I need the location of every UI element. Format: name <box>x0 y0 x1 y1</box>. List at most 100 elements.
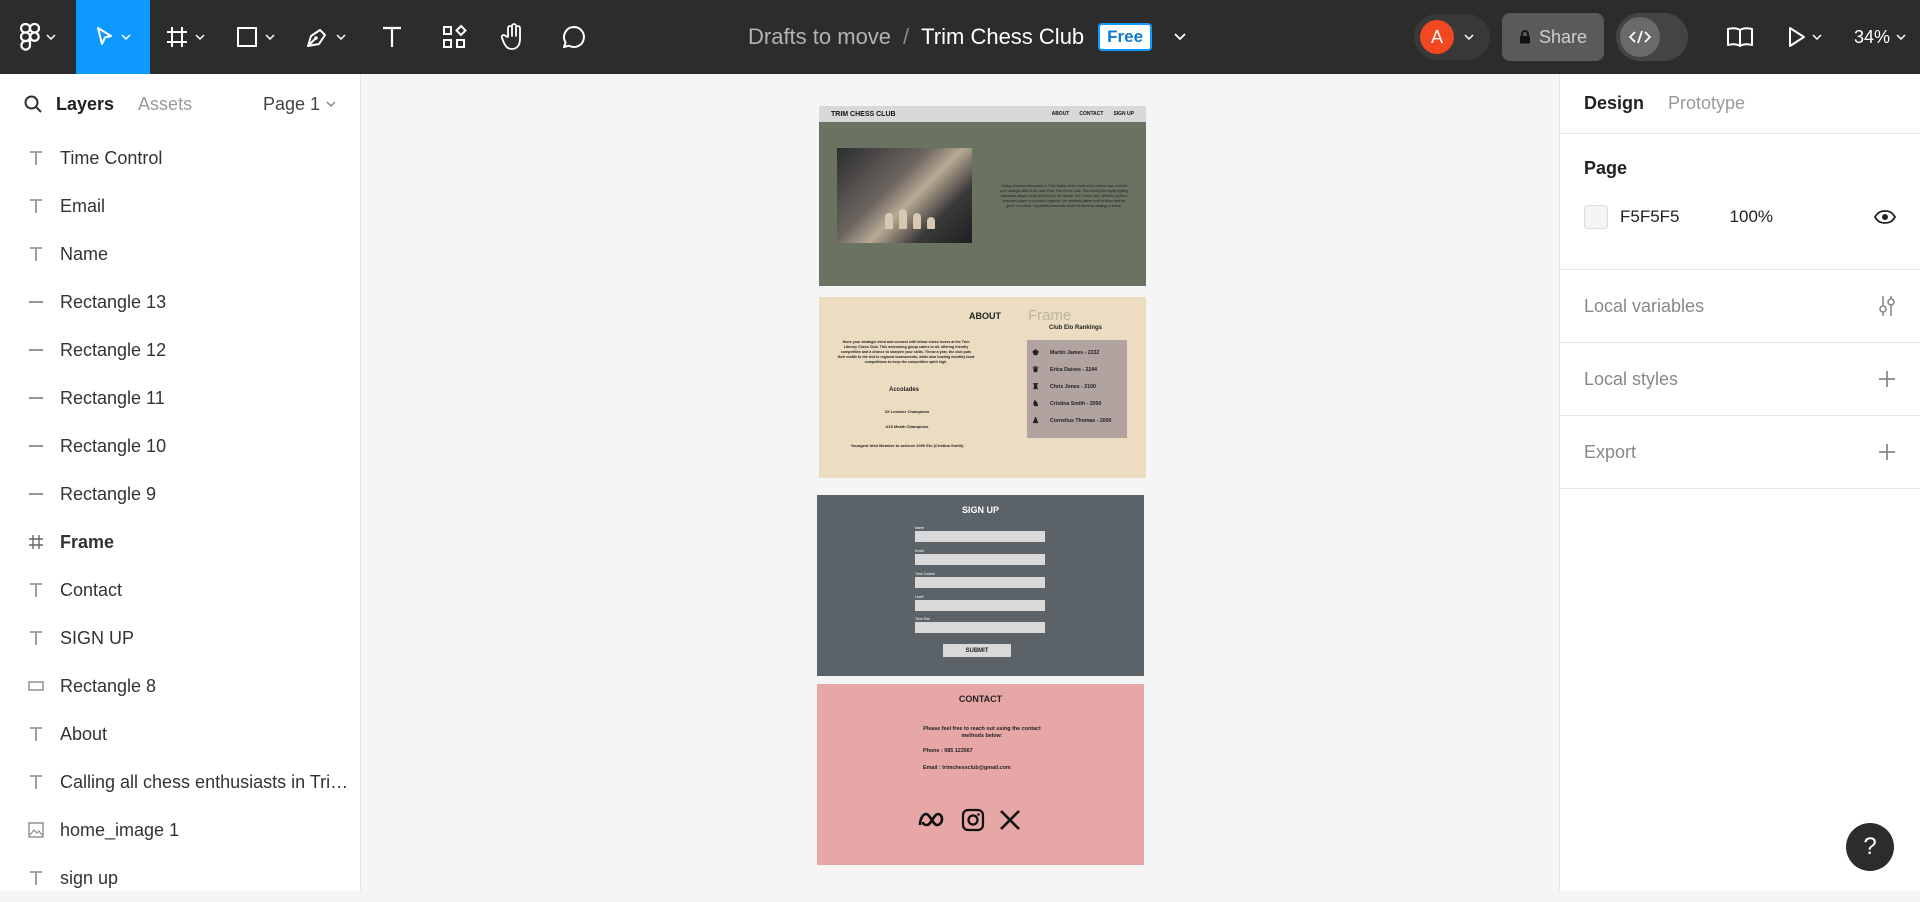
eye-icon[interactable] <box>1874 210 1896 224</box>
sliders-icon[interactable] <box>1878 295 1896 317</box>
play-icon <box>1788 27 1805 47</box>
rectangle-layer-icon <box>28 681 44 691</box>
meta-icon <box>918 812 944 827</box>
shape-tool-button[interactable] <box>220 0 290 74</box>
layer-item[interactable]: Contact <box>0 566 360 614</box>
chevron-down-icon <box>195 34 205 40</box>
layer-item[interactable]: Time Control <box>0 134 360 182</box>
line-layer-icon <box>29 349 43 351</box>
plus-icon[interactable] <box>1878 443 1896 461</box>
about-frame[interactable]: ABOUT Hone your strategic mind and conne… <box>819 297 1146 478</box>
rankings-box: ♚ Martin James - 2332 ♛ Erica Daives - 224… <box>1027 340 1127 438</box>
layer-item[interactable]: Calling all chess enthusiasts in Trim... <box>0 758 360 806</box>
hand-tool-button[interactable] <box>484 0 544 74</box>
layers-panel-header: Layers Assets Page 1 <box>0 74 360 134</box>
comment-tool-button[interactable] <box>544 0 604 74</box>
ranking-row: ♜ Chris Jones - 2100 <box>1032 378 1122 395</box>
about-body: Hone your strategic mind and connect wit… <box>837 340 975 364</box>
user-menu[interactable]: A <box>1413 14 1490 60</box>
layer-item[interactable]: SIGN UP <box>0 614 360 662</box>
local-styles-section[interactable]: Local styles <box>1560 343 1920 416</box>
search-icon[interactable] <box>24 95 42 113</box>
tab-assets[interactable]: Assets <box>138 94 192 115</box>
page-opacity-value[interactable]: 100% <box>1730 207 1773 227</box>
contact-phone: Phone : 085 123567 <box>923 748 973 754</box>
home-blurb: Calling all chess enthusiasts in Trim! G… <box>999 184 1129 208</box>
home-frame[interactable]: TRIM CHESS CLUB ABOUT CONTACT SIGN UP Ca… <box>819 106 1146 286</box>
ranking-row: ♟ Cornelius Thomas - 2000 <box>1032 412 1122 429</box>
dev-mode-toggle[interactable] <box>1615 13 1688 61</box>
plan-badge[interactable]: Free <box>1098 23 1153 51</box>
layer-type-icon <box>26 246 46 262</box>
text-tool-button[interactable] <box>360 0 424 74</box>
signup-field: Level <box>915 595 1045 611</box>
layer-item[interactable]: home_image 1 <box>0 806 360 854</box>
layer-type-icon <box>26 870 46 886</box>
export-section[interactable]: Export <box>1560 416 1920 489</box>
layer-type-icon <box>26 294 46 310</box>
layer-name: SIGN UP <box>60 627 135 648</box>
components-icon <box>443 24 467 48</box>
layer-type-icon <box>26 582 46 598</box>
layer-item[interactable]: Rectangle 8 <box>0 662 360 710</box>
breadcrumb-folder[interactable]: Drafts to move <box>748 24 891 50</box>
components-tool-button[interactable] <box>424 0 484 74</box>
chevron-down-icon <box>1464 34 1474 40</box>
library-button[interactable] <box>1718 0 1762 74</box>
image-layer-icon <box>28 822 44 838</box>
layer-item[interactable]: Email <box>0 182 360 230</box>
layer-item[interactable]: About <box>0 710 360 758</box>
layer-item[interactable]: Rectangle 13 <box>0 278 360 326</box>
text-layer-icon <box>30 151 42 165</box>
main-menu-button[interactable] <box>0 0 76 74</box>
share-label: Share <box>1538 26 1587 47</box>
file-name[interactable]: Trim Chess Club <box>921 24 1084 50</box>
ranking-row: ♛ Erica Daives - 2244 <box>1032 361 1122 378</box>
file-breadcrumb: Drafts to move / Trim Chess Club Free <box>748 0 1186 74</box>
layer-item[interactable]: Rectangle 9 <box>0 470 360 518</box>
chess-pawn-icon: ♟ <box>1032 416 1040 425</box>
layer-item[interactable]: Rectangle 10 <box>0 422 360 470</box>
tab-design[interactable]: Design <box>1584 93 1644 114</box>
share-button[interactable]: Share <box>1501 13 1604 61</box>
chevron-down-icon[interactable] <box>1174 33 1186 41</box>
page-fill-row: F5F5F5 100% <box>1584 205 1896 229</box>
frame-icon <box>167 27 187 47</box>
local-variables-section[interactable]: Local variables <box>1560 270 1920 343</box>
line-layer-icon <box>29 445 43 447</box>
layer-type-icon <box>26 774 46 790</box>
layer-name: Rectangle 10 <box>60 435 167 456</box>
page-selector[interactable]: Page 1 <box>263 94 336 115</box>
layer-name: Rectangle 12 <box>60 339 167 360</box>
signup-field: Time Control <box>915 572 1045 588</box>
page-color-value[interactable]: F5F5F5 <box>1620 207 1680 227</box>
accolade-item: Youngest Irish Member to achieve 2000 El… <box>850 443 964 448</box>
layer-name: Frame <box>60 531 115 552</box>
signup-heading: SIGN UP <box>961 505 999 515</box>
pen-icon <box>307 29 326 47</box>
help-button[interactable]: ? <box>1846 823 1894 871</box>
contact-email: Email : trimchessclub@gmail.com <box>923 765 1011 771</box>
site-nav: TRIM CHESS CLUB ABOUT CONTACT SIGN UP <box>819 106 1146 122</box>
layer-item[interactable]: Frame <box>0 518 360 566</box>
text-layer-icon <box>30 727 42 741</box>
zoom-control[interactable]: 34% <box>1854 27 1906 48</box>
layer-item[interactable]: Name <box>0 230 360 278</box>
layer-item[interactable]: sign up <box>0 854 360 902</box>
present-button[interactable] <box>1774 0 1836 74</box>
signup-frame[interactable]: SIGN UP Name Email Time Control Level Ti… <box>817 495 1144 676</box>
layer-item[interactable]: Rectangle 12 <box>0 326 360 374</box>
tab-prototype[interactable]: Prototype <box>1668 93 1745 114</box>
pen-tool-button[interactable] <box>290 0 360 74</box>
frame-layer-icon <box>29 535 43 549</box>
site-brand: TRIM CHESS CLUB <box>831 110 896 118</box>
move-tool-button[interactable] <box>76 0 150 74</box>
chevron-down-icon <box>1812 34 1822 40</box>
plus-icon[interactable] <box>1878 370 1896 388</box>
layer-item[interactable]: Rectangle 11 <box>0 374 360 422</box>
book-icon <box>1726 27 1753 47</box>
tab-layers[interactable]: Layers <box>56 94 114 115</box>
contact-frame[interactable]: CONTACT Please feel free to reach out us… <box>817 684 1144 865</box>
frame-tool-button[interactable] <box>150 0 220 74</box>
page-color-swatch[interactable] <box>1584 205 1608 229</box>
